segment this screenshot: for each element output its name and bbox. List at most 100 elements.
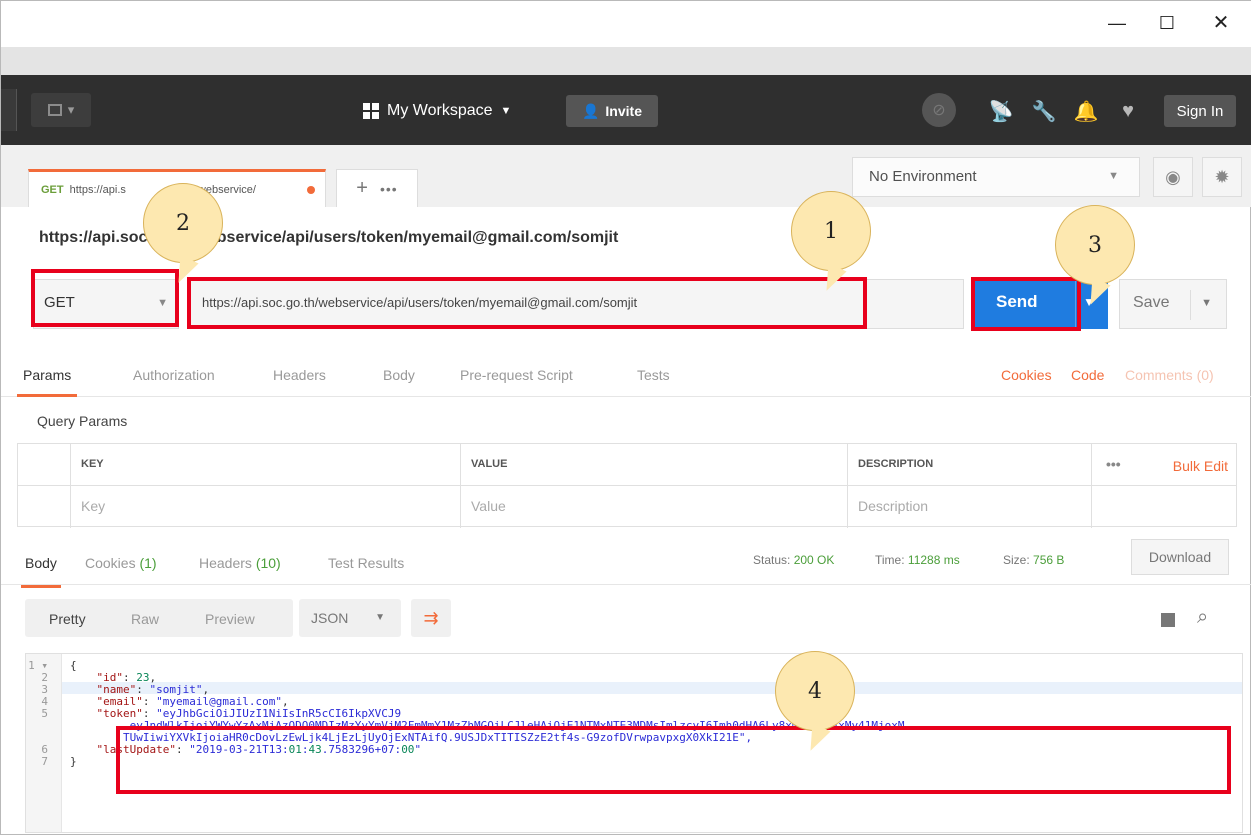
code-link[interactable]: Code <box>1071 367 1104 383</box>
invite-label: Invite <box>605 103 642 119</box>
value-input[interactable]: Value <box>460 486 847 528</box>
time-value: 11288 ms <box>907 553 960 567</box>
response-tabs: Body Cookies (1) Headers (10) Test Resul… <box>1 535 1251 588</box>
code-line: } <box>70 755 77 768</box>
sidebar-toggle[interactable] <box>1 89 17 131</box>
format-label: JSON <box>311 610 349 626</box>
app-header: ▾ My Workspace ▼ 👤 Invite ⊘ 📡 🔧 🔔 ♥ Sign… <box>1 75 1251 145</box>
cookies-label: Cookies <box>85 555 136 571</box>
line-number: 5 <box>41 707 48 720</box>
save-button[interactable]: Save ▼ <box>1119 279 1227 329</box>
tab-tests[interactable]: Tests <box>637 367 670 383</box>
chevron-down-icon: ▼ <box>375 612 385 623</box>
table-actions: ••• Bulk Edit <box>1091 444 1238 486</box>
save-label: Save <box>1133 294 1170 311</box>
tab-response-cookies[interactable]: Cookies (1) <box>85 555 157 571</box>
tab-headers[interactable]: Headers <box>273 367 326 383</box>
key-input[interactable]: Key <box>70 486 460 528</box>
grid-icon <box>363 103 379 119</box>
plus-icon[interactable]: + <box>356 177 368 200</box>
comments-link[interactable]: Comments (0) <box>1125 367 1214 383</box>
view-mode-group: Pretty Raw Preview <box>25 599 293 637</box>
column-key: KEY <box>70 444 460 486</box>
description-input[interactable]: Description <box>847 486 1091 528</box>
workspace-label: My Workspace <box>387 102 493 119</box>
window-titlebar: — ☐ ✕ <box>1 1 1251 47</box>
tab-params[interactable]: Params <box>16 367 78 397</box>
size-readout: Size: 756 B <box>1003 553 1064 567</box>
size-value: 756 B <box>1033 553 1065 567</box>
annotation-bubble-4: 4 <box>775 651 855 731</box>
new-window-icon <box>47 104 62 116</box>
table-header-row: KEY VALUE DESCRIPTION ••• Bulk Edit <box>18 444 1236 486</box>
request-tabs: Params Authorization Headers Body Pre-re… <box>1 351 1251 397</box>
bulk-edit-link[interactable]: Bulk Edit <box>1173 458 1228 474</box>
maximize-button[interactable]: ☐ <box>1152 9 1182 37</box>
download-button[interactable]: Download <box>1131 539 1229 575</box>
gear-icon[interactable]: ✹ <box>1202 157 1242 197</box>
more-icon[interactable]: ••• <box>1106 456 1121 472</box>
window-strip <box>1 47 1251 75</box>
status-value: 200 OK <box>793 553 835 567</box>
invite-button[interactable]: 👤 Invite <box>566 95 658 127</box>
cookies-count: (1) <box>139 555 157 571</box>
time-label: Time: <box>875 553 905 567</box>
eye-icon[interactable]: ◉ <box>1153 157 1193 197</box>
headers-count: (10) <box>255 555 281 571</box>
status-label: Status: <box>753 553 791 567</box>
size-label: Size: <box>1003 553 1030 567</box>
chevron-down-icon: ▼ <box>1108 170 1119 182</box>
preview-button[interactable]: Preview <box>205 611 255 627</box>
query-params-title: Query Params <box>37 413 128 429</box>
row-actions <box>1091 486 1238 528</box>
annotation-bubble-1: 1 <box>791 191 871 271</box>
satellite-icon[interactable]: 📡 <box>986 95 1016 127</box>
tab-authorization[interactable]: Authorization <box>133 367 215 383</box>
add-user-icon: 👤 <box>581 102 600 119</box>
tab-method: GET <box>41 184 64 196</box>
annotation-box-url <box>187 277 867 329</box>
headers-label: Headers <box>199 555 252 571</box>
search-icon[interactable]: ⌕ <box>1197 606 1208 629</box>
chevron-down-icon: ▾ <box>67 102 75 117</box>
tab-test-results[interactable]: Test Results <box>328 555 404 571</box>
tab-url: https://api.s <box>69 184 126 196</box>
tab-response-headers[interactable]: Headers (10) <box>199 555 281 571</box>
active-line-highlight <box>62 682 1242 694</box>
workspace-selector[interactable]: My Workspace ▼ <box>363 97 511 125</box>
tab-response-body[interactable]: Body <box>21 555 61 588</box>
minimize-button[interactable]: — <box>1102 9 1132 37</box>
line-number <box>26 720 62 732</box>
wrap-lines-icon[interactable]: ⇉ <box>411 599 451 637</box>
chevron-down-icon: ▼ <box>500 105 512 117</box>
status-readout: Status: 200 OK <box>753 553 834 567</box>
add-tab-button[interactable]: + ••• <box>336 169 418 207</box>
tab-pre-request-script[interactable]: Pre-request Script <box>460 367 573 383</box>
time-readout: Time: 11288 ms <box>875 553 960 567</box>
tab-body[interactable]: Body <box>383 367 415 383</box>
column-value: VALUE <box>460 444 847 486</box>
unsaved-dot-icon <box>307 186 315 194</box>
cookies-link[interactable]: Cookies <box>1001 367 1052 383</box>
copy-icon[interactable] <box>1161 613 1175 627</box>
line-number: 7 <box>41 755 48 768</box>
params-table: KEY VALUE DESCRIPTION ••• Bulk Edit Key … <box>17 443 1237 528</box>
table-row: Key Value Description <box>18 486 1236 528</box>
sync-icon[interactable]: ⊘ <box>922 93 956 127</box>
bell-icon[interactable]: 🔔 <box>1071 95 1101 127</box>
annotation-bubble-3: 3 <box>1055 205 1135 285</box>
heart-icon[interactable]: ♥ <box>1113 95 1143 127</box>
new-button[interactable]: ▾ <box>31 93 91 127</box>
environment-select[interactable]: No Environment ▼ <box>852 157 1140 197</box>
pretty-button[interactable]: Pretty <box>49 611 86 627</box>
close-button[interactable]: ✕ <box>1206 9 1236 37</box>
annotation-bubble-2: 2 <box>143 183 223 263</box>
chevron-down-icon[interactable]: ▼ <box>1201 297 1212 309</box>
wrench-icon[interactable]: 🔧 <box>1029 95 1059 127</box>
format-select[interactable]: JSON ▼ <box>299 599 401 637</box>
request-title: https://api.soc.go.th/webservice/api/use… <box>39 229 619 246</box>
annotation-box-method <box>31 269 179 327</box>
sign-in-button[interactable]: Sign In <box>1164 95 1236 127</box>
raw-button[interactable]: Raw <box>131 611 159 627</box>
more-icon[interactable]: ••• <box>380 181 398 197</box>
